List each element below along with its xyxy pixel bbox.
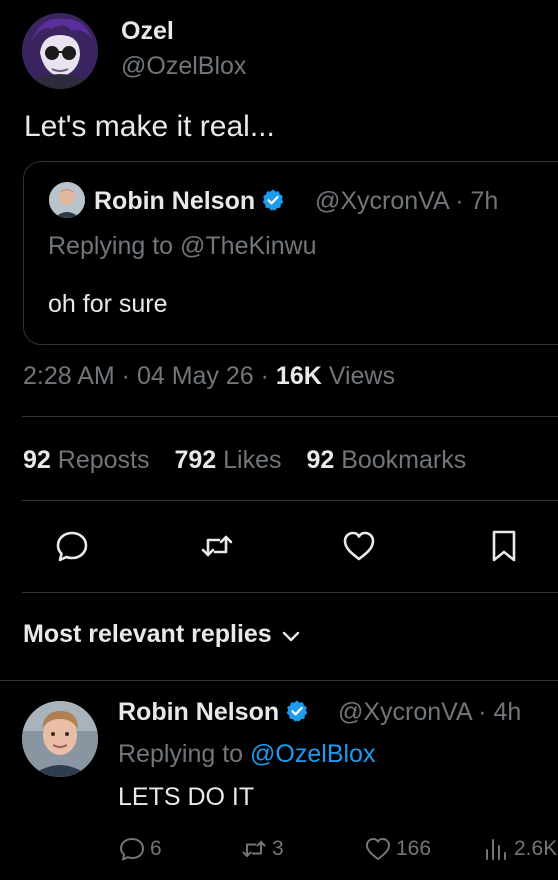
- tweet-meta: 2:28 AM · 04 May 26 · 16K Views: [23, 362, 395, 390]
- heart-icon: [343, 531, 375, 561]
- quote-card[interactable]: Robin Nelson @XycronVA · 7h Replying to …: [23, 161, 558, 345]
- verified-badge-icon: [261, 188, 285, 219]
- repost-icon: [242, 841, 266, 857]
- author-avatar[interactable]: [22, 13, 98, 89]
- repost-icon: [201, 535, 233, 557]
- replies-sort-dropdown[interactable]: Most relevant replies: [23, 620, 300, 650]
- quote-avatar: [49, 182, 85, 218]
- reply-icon: [120, 838, 144, 861]
- divider: [22, 416, 558, 417]
- reply-text: LETS DO IT: [118, 783, 255, 811]
- divider: [0, 680, 558, 681]
- reply-button[interactable]: [54, 528, 90, 564]
- replying-to-link[interactable]: @OzelBlox: [250, 740, 375, 768]
- divider: [22, 592, 558, 593]
- chevron-down-icon: [282, 621, 300, 650]
- quote-text: oh for sure: [48, 290, 168, 318]
- quote-author-name: Robin Nelson: [94, 187, 285, 219]
- likes-stat[interactable]: 792 Likes: [174, 446, 281, 474]
- heart-icon: [366, 838, 390, 860]
- author-name[interactable]: Ozel: [121, 17, 174, 46]
- reply-repost-button[interactable]: 3: [240, 835, 284, 863]
- repost-button[interactable]: [199, 528, 235, 564]
- reply-like-button[interactable]: 166: [364, 835, 431, 863]
- reply-author-handle[interactable]: @XycronVA · 4h: [338, 698, 521, 727]
- reply-replying-to: Replying to @OzelBlox: [118, 740, 376, 768]
- author-handle[interactable]: @OzelBlox: [121, 52, 246, 81]
- reposts-stat[interactable]: 92 Reposts: [23, 446, 149, 474]
- reply-avatar[interactable]: [22, 701, 98, 777]
- views-icon: [486, 839, 506, 860]
- reply-icon: [56, 531, 88, 562]
- bookmark-button[interactable]: [486, 528, 522, 564]
- reply-reply-button[interactable]: 6: [118, 835, 162, 863]
- quote-author-handle: @XycronVA · 7h: [315, 187, 499, 215]
- bookmark-icon: [492, 530, 516, 562]
- verified-badge-icon: [285, 699, 309, 730]
- reply-author-name[interactable]: Robin Nelson: [118, 698, 309, 730]
- like-button[interactable]: [341, 528, 377, 564]
- quote-replying-to: Replying to @TheKinwu: [48, 232, 317, 260]
- divider: [22, 500, 558, 501]
- bookmarks-stat[interactable]: 92 Bookmarks: [306, 446, 466, 474]
- tweet-text: Let's make it real...: [24, 110, 275, 143]
- tweet-stats: 92 Reposts 792 Likes 92 Bookmarks: [23, 446, 466, 475]
- reply-views-button[interactable]: 2.6K: [482, 835, 557, 863]
